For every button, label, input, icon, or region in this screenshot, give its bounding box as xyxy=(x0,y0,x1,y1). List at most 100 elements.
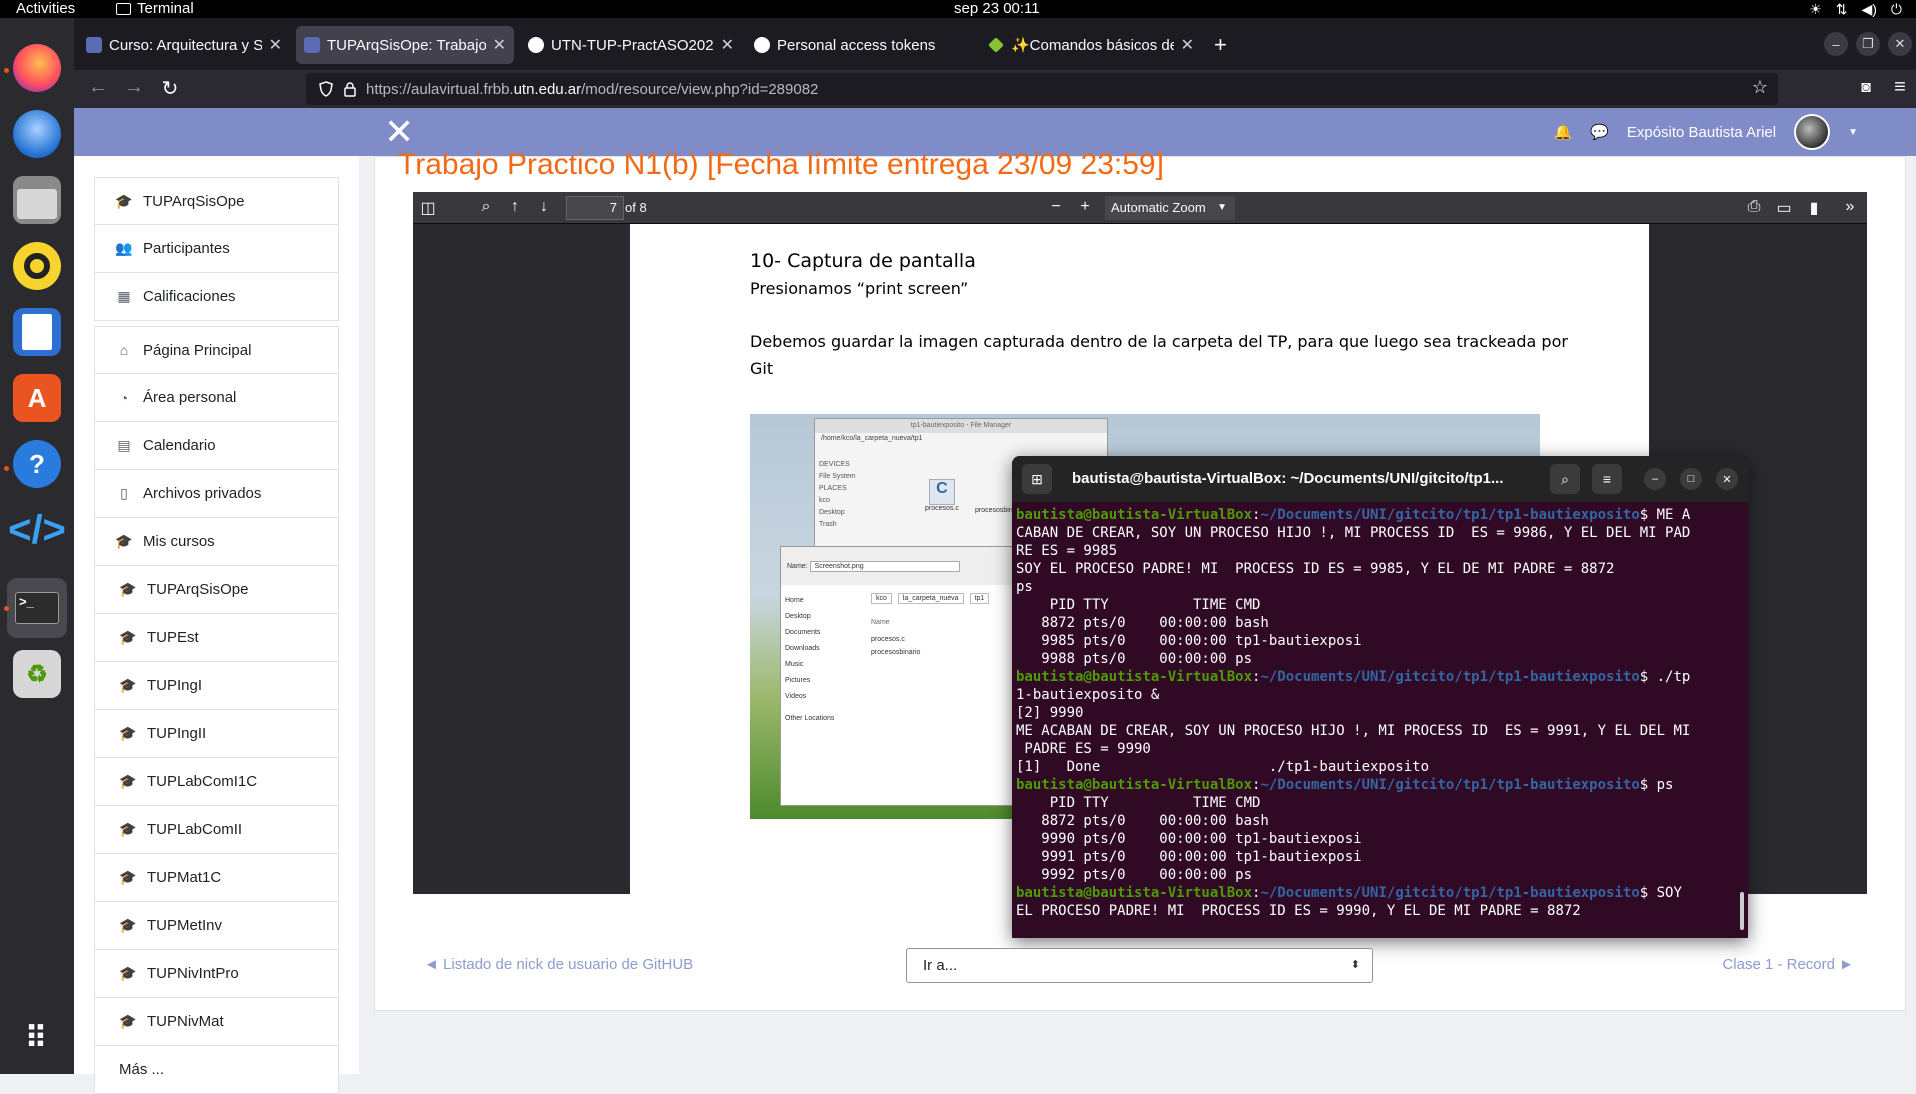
home-icon: ⌂ xyxy=(119,342,129,358)
previous-activity-link[interactable]: ◄ Listado de nick de usuario de GitHUB xyxy=(424,956,693,973)
sidebar-toggle-icon[interactable]: ◫ xyxy=(417,198,439,218)
software-icon[interactable]: A xyxy=(13,374,61,422)
back-button[interactable]: ← xyxy=(84,76,112,99)
sidebar-item-tuplabcomi1c[interactable]: 🎓 TUPLabComI1C xyxy=(94,758,339,806)
notifications-bell-icon[interactable]: 🔔 xyxy=(1553,123,1572,141)
sidebar-item-mas[interactable]: Más ... xyxy=(94,1046,339,1094)
sidebar-item-tupingii[interactable]: 🎓 TUPIngII xyxy=(94,710,339,758)
close-icon[interactable]: ✕ xyxy=(721,35,734,55)
search-icon[interactable]: ⌕ xyxy=(1550,464,1580,494)
tab-comandos[interactable]: ✨Comandos básicos de g ✕ xyxy=(980,26,1202,64)
tab-github-repo[interactable]: UTN-TUP-PractASO2022/ ✕ xyxy=(520,26,742,64)
save-icon[interactable]: ▭ xyxy=(1773,198,1795,218)
sidebar-item-calificaciones[interactable]: ▦ Calificaciones xyxy=(94,273,339,321)
messages-icon[interactable]: 💬 xyxy=(1590,123,1609,141)
close-icon[interactable]: ✕ xyxy=(493,35,506,55)
sidebar-item-tupmat1c[interactable]: 🎓 TUPMat1C xyxy=(94,854,339,902)
hamburger-menu-icon[interactable]: ≡ xyxy=(1886,76,1914,99)
sidebar-item-calendario[interactable]: ▤ Calendario xyxy=(94,422,339,470)
avatar[interactable] xyxy=(1794,114,1831,150)
save-dialog-places: Home Desktop Documents Downloads Music P… xyxy=(785,597,835,722)
close-icon[interactable]: ✕ xyxy=(1716,468,1738,490)
sidebar-item-tupnivmat[interactable]: 🎓 TUPNivMat xyxy=(94,998,339,1046)
next-activity-link[interactable]: Clase 1 - Record ► xyxy=(1722,956,1854,973)
writer-icon[interactable] xyxy=(13,308,61,356)
zoom-in-icon[interactable]: + xyxy=(1074,198,1096,216)
sidebar-item-tupest[interactable]: 🎓 TUPEst xyxy=(94,614,339,662)
search-icon[interactable]: ⌕ xyxy=(475,198,497,216)
graduation-cap-icon: 🎓 xyxy=(119,821,137,837)
lock-icon[interactable] xyxy=(342,81,358,97)
new-tab-icon[interactable]: ⊞ xyxy=(1022,464,1052,494)
hamburger-menu-icon[interactable]: ≡ xyxy=(1592,464,1622,494)
close-icon[interactable]: ✕ xyxy=(1181,35,1194,55)
clock[interactable]: sep 23 00:11 xyxy=(954,0,1040,18)
minimize-window-button[interactable]: – xyxy=(1824,32,1848,56)
terminal-icon[interactable]: >_ xyxy=(7,578,67,638)
next-page-icon[interactable]: ↓ xyxy=(533,198,555,216)
thunderbird-icon[interactable] xyxy=(13,110,61,158)
trash-icon[interactable]: ♻ xyxy=(13,650,61,698)
tools-menu-icon[interactable]: » xyxy=(1839,198,1861,216)
app-menu[interactable]: Terminal xyxy=(116,0,194,18)
vscode-icon[interactable]: </> xyxy=(8,506,66,554)
new-tab-button[interactable]: + xyxy=(1206,26,1240,64)
minimize-icon[interactable]: – xyxy=(1644,468,1666,490)
rhythmbox-icon[interactable] xyxy=(13,242,61,290)
pocket-icon[interactable]: ◙ xyxy=(1852,79,1880,97)
jump-to-select[interactable]: Ir a... ⬍ xyxy=(906,948,1373,983)
close-drawer-button[interactable]: ✕ xyxy=(384,112,414,152)
save-dialog-files: procesos.c procesosbinario xyxy=(871,636,921,656)
forward-button[interactable]: → xyxy=(120,76,148,99)
tab-access-tokens[interactable]: Personal access tokens xyxy=(746,26,962,64)
tab-curso[interactable]: Curso: Arquitectura y Sist ✕ xyxy=(78,26,290,64)
close-window-button[interactable]: ✕ xyxy=(1888,32,1912,56)
help-icon[interactable]: ? xyxy=(13,440,61,488)
tracking-shield-icon[interactable] xyxy=(318,81,334,97)
terminal-window[interactable]: ⊞ bautista@bautista-VirtualBox: ~/Docume… xyxy=(1012,456,1748,938)
graduation-cap-icon: 🎓 xyxy=(115,192,133,209)
sidebar-item-tupmetinv[interactable]: 🎓 TUPMetInv xyxy=(94,902,339,950)
user-name[interactable]: Expósito Bautista Ariel xyxy=(1627,124,1776,141)
bookmark-icon[interactable]: ▮ xyxy=(1803,198,1825,218)
bookmark-star-icon[interactable]: ☆ xyxy=(1752,77,1768,98)
page-number-input[interactable]: 7 xyxy=(566,196,624,220)
sidebar-item-pagina-principal[interactable]: ⌂ Página Principal xyxy=(94,326,339,374)
sidebar-item-participantes[interactable]: 👥 Participantes xyxy=(94,225,339,273)
fm-file: C procesos.c xyxy=(925,479,959,512)
running-indicator xyxy=(4,68,9,73)
sidebar-item-tupnivintpro[interactable]: 🎓 TUPNivIntPro xyxy=(94,950,339,998)
sidebar-item-course[interactable]: 🎓 TUPArqSisOpe xyxy=(94,177,339,225)
close-icon[interactable]: ✕ xyxy=(269,35,282,55)
system-tray[interactable]: ☀ ⇅ ◀) ⏻ xyxy=(1809,0,1902,18)
url-bar[interactable]: https://aulavirtual.frbb. utn.edu.ar/mod/… xyxy=(306,73,1778,105)
zoom-select[interactable]: Automatic Zoom ▼ xyxy=(1105,196,1235,220)
sidebar-item-tuplabcomii[interactable]: 🎓 TUPLabComII xyxy=(94,806,339,854)
running-indicator xyxy=(4,606,9,611)
previous-page-icon[interactable]: ↑ xyxy=(504,198,526,216)
print-icon[interactable]: ⎙ xyxy=(1743,198,1765,216)
maximize-icon[interactable]: □ xyxy=(1680,468,1702,490)
chevron-down-icon[interactable]: ▼ xyxy=(1848,127,1858,138)
url-prefix: https://aulavirtual.frbb. xyxy=(366,80,514,98)
dashboard-icon: ◔ xyxy=(119,389,129,406)
sidebar-item-tuparqsisope[interactable]: 🎓 TUPArqSisOpe xyxy=(94,566,339,614)
zoom-out-icon[interactable]: − xyxy=(1045,198,1067,216)
graduation-cap-icon: 🎓 xyxy=(119,917,137,933)
terminal-output[interactable]: bautista@bautista-VirtualBox:~/Documents… xyxy=(1012,502,1748,924)
terminal-scrollbar[interactable] xyxy=(1740,892,1744,930)
maximize-window-button[interactable]: ❐ xyxy=(1856,32,1880,56)
graduation-cap-icon: 🎓 xyxy=(119,965,137,981)
sidebar-item-area-personal[interactable]: ◔ Área personal xyxy=(94,374,339,422)
tab-trabajo[interactable]: TUPArqSisOpe: Trabajo P ✕ xyxy=(296,26,514,64)
browser-nav-bar: ← → ↻ https://aulavirtual.frbb. utn.edu.a… xyxy=(74,70,1916,108)
activities-button[interactable]: Activities xyxy=(16,0,75,18)
night-light-icon: ☀ xyxy=(1809,1,1822,17)
reload-button[interactable]: ↻ xyxy=(156,76,184,101)
files-icon[interactable] xyxy=(13,176,61,224)
sidebar-item-tupingi[interactable]: 🎓 TUPIngI xyxy=(94,662,339,710)
firefox-icon[interactable] xyxy=(13,44,61,92)
app-grid-icon[interactable]: ⠿ xyxy=(13,1014,61,1062)
sidebar-item-mis-cursos[interactable]: 🎓 Mis cursos xyxy=(94,518,339,566)
sidebar-item-archivos-privados[interactable]: ▯ Archivos privados xyxy=(94,470,339,518)
